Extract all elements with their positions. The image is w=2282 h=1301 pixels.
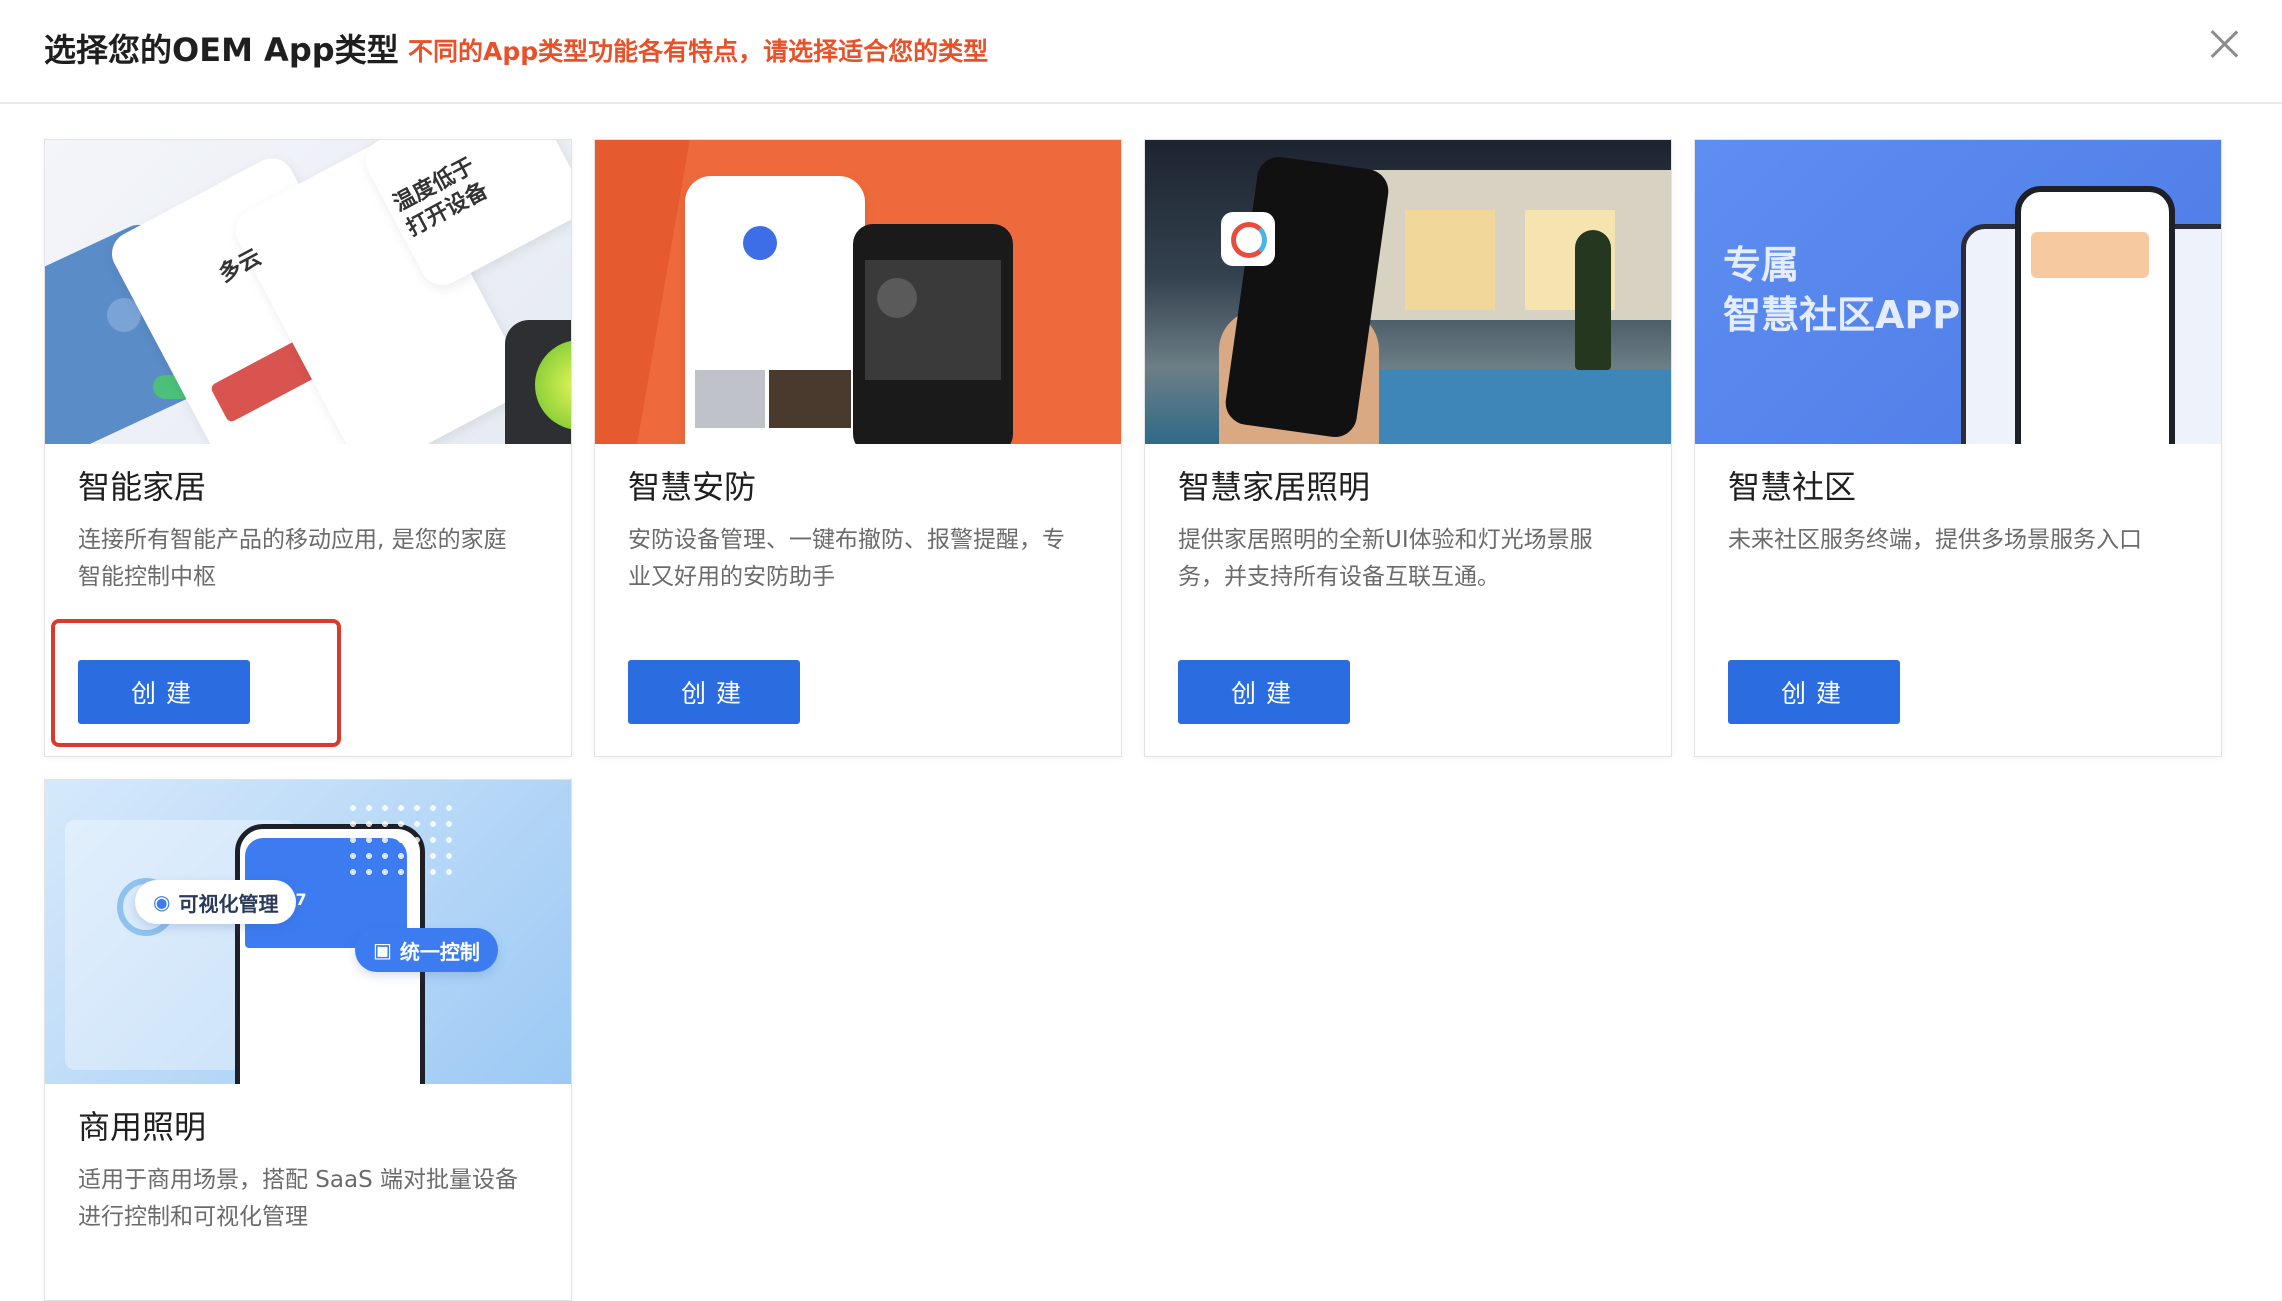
security-banner-image [595, 140, 1121, 444]
dialog-title: 选择您的OEM App类型 [44, 31, 399, 69]
card-title: 智慧家居照明 [1178, 468, 1371, 506]
lighting-banner-image [1145, 140, 1671, 444]
lamp-icon [877, 278, 917, 318]
create-button[interactable]: 创建 [1728, 660, 1900, 724]
dot-pattern [345, 800, 455, 880]
card-description: 未来社区服务终端，提供多场景服务入口 [1728, 527, 2142, 553]
visual-manage-tag: ◉ 可视化管理 [135, 880, 297, 924]
house-window [1405, 210, 1495, 310]
tag-label: 可视化管理 [178, 891, 279, 916]
card-title: 智能家居 [78, 468, 207, 506]
banner-heading-line: 智慧社区APP [1723, 293, 1961, 337]
camera-thumbnail [695, 370, 765, 428]
house-facade [1345, 170, 1671, 320]
front-phone [2015, 186, 2175, 444]
selection-highlight [51, 619, 341, 747]
app-type-card-smart-community[interactable]: 专属 智慧社区APP 智慧社区 未来社区服务终端，提供多场景服务入口 创建 [1694, 139, 2222, 757]
app-type-card-home-lighting[interactable]: 智慧家居照明 提供家居照明的全新UI体验和灯光场景服务，并支持所有设备互联互通。… [1144, 139, 1672, 757]
banner-heading-line: 专属 [1723, 243, 1800, 287]
close-icon[interactable] [2202, 22, 2246, 66]
app-type-card-commercial-lighting[interactable]: 12567 ◉ 可视化管理 ▣ 统一控制 商用照明 适用于商用场景，搭配 Saa… [44, 779, 572, 1301]
camera-thumbnail [769, 370, 851, 428]
shield-icon [743, 226, 777, 260]
card-title: 智慧安防 [628, 468, 757, 506]
card-description: 提供家居照明的全新UI体验和灯光场景服务，并支持所有设备互联互通。 [1178, 527, 1593, 590]
smart-home-banner-image: 多云 温度低于 打开设备 [45, 140, 571, 444]
card-title: 商用照明 [78, 1108, 207, 1146]
dialog-hint: 不同的App类型功能各有特点，请选择适合您的类型 [408, 37, 989, 66]
dialog-header: 选择您的OEM App类型 不同的App类型功能各有特点，请选择适合您的类型 [0, 0, 2282, 104]
logo-ring [1231, 222, 1267, 258]
camera-feed [865, 260, 1001, 380]
tree [1575, 230, 1611, 370]
tag-label: 统一控制 [399, 939, 480, 964]
card-description: 安防设备管理、一键布撤防、报警提醒，专业又好用的安防助手 [628, 527, 1065, 590]
banner-heading: 专属 智慧社区APP [1723, 240, 1960, 340]
community-banner-image: 专属 智慧社区APP [1695, 140, 2221, 444]
promo-banner [2031, 232, 2149, 278]
unified-control-tag: ▣ 统一控制 [355, 928, 498, 972]
card-description: 连接所有智能产品的移动应用, 是您的家庭智能控制中枢 [78, 527, 507, 590]
card-description: 适用于商用场景，搭配 SaaS 端对批量设备进行控制和可视化管理 [78, 1167, 519, 1230]
control-icon: ▣ [373, 938, 392, 962]
create-button[interactable]: 创建 [628, 660, 800, 724]
eye-icon: ◉ [153, 890, 171, 914]
card-title: 智慧社区 [1728, 468, 1857, 506]
app-type-card-smart-security[interactable]: 智慧安防 安防设备管理、一键布撤防、报警提醒，专业又好用的安防助手 创建 [594, 139, 1122, 757]
create-button[interactable]: 创建 [1178, 660, 1350, 724]
commercial-banner-image: 12567 ◉ 可视化管理 ▣ 统一控制 [45, 780, 571, 1084]
